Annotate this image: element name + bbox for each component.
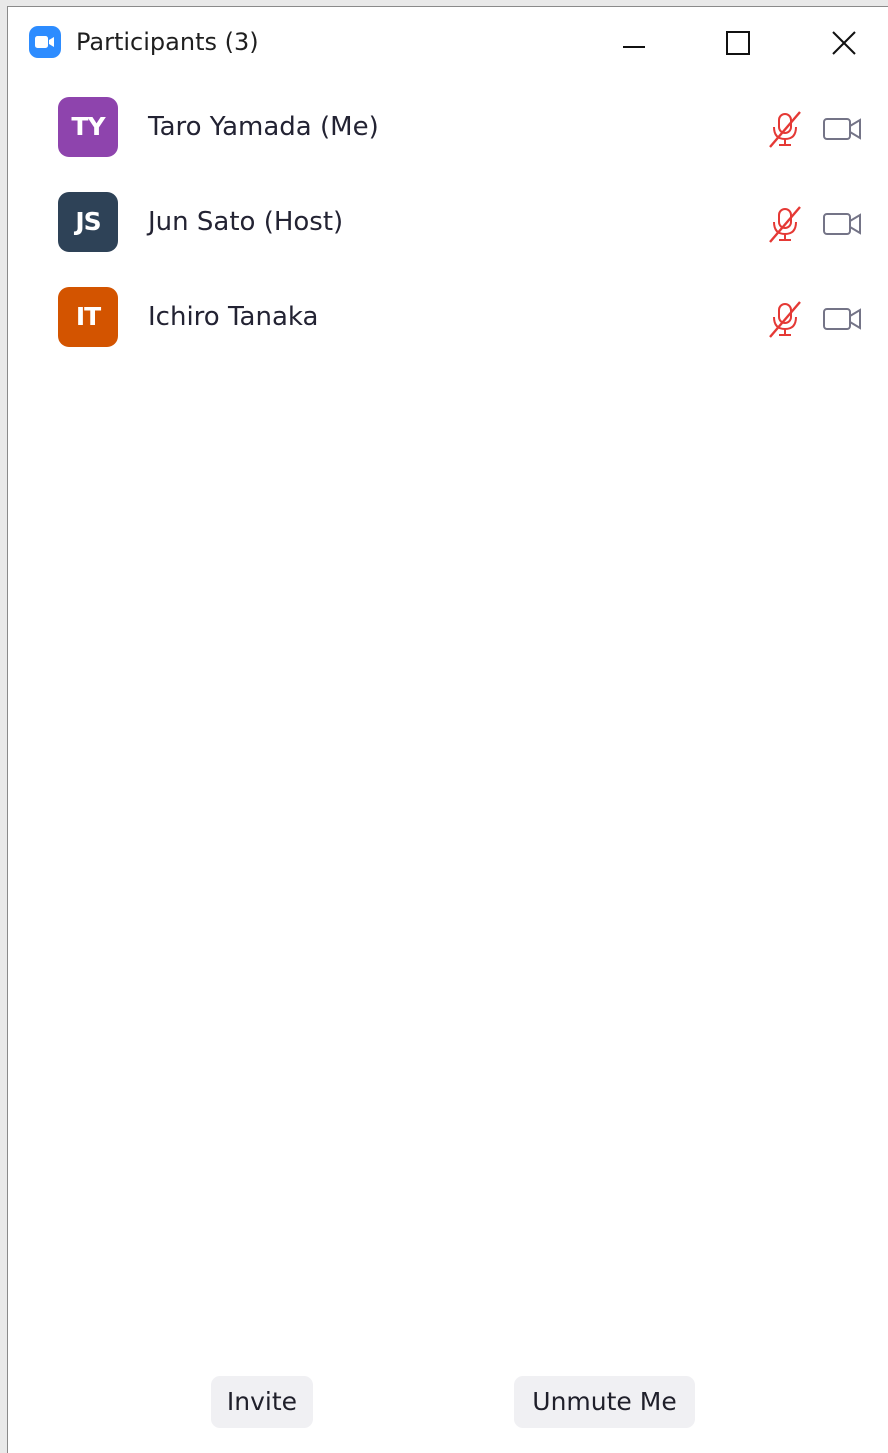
- avatar: JS: [58, 192, 118, 252]
- title-bar[interactable]: Participants (3): [8, 7, 888, 79]
- zoom-camera-icon: [29, 26, 61, 58]
- close-icon: [832, 31, 856, 55]
- unmute-me-button[interactable]: Unmute Me: [514, 1376, 695, 1428]
- maximize-icon: [726, 31, 750, 55]
- participant-row[interactable]: TY Taro Yamada (Me): [8, 79, 888, 174]
- participant-name: Ichiro Tanaka: [148, 302, 319, 332]
- muted-mic-icon[interactable]: [765, 204, 805, 244]
- muted-mic-icon[interactable]: [765, 299, 805, 339]
- maximize-button[interactable]: [712, 17, 764, 69]
- participant-row[interactable]: IT Ichiro Tanaka: [8, 269, 888, 364]
- minimize-icon: [623, 46, 645, 48]
- invite-button[interactable]: Invite: [211, 1376, 313, 1428]
- window-title: Participants (3): [76, 28, 259, 56]
- participants-window: Participants (3) TY Taro Yamada (Me) JS …: [7, 6, 888, 1453]
- video-off-icon[interactable]: [822, 208, 864, 240]
- video-off-icon[interactable]: [822, 303, 864, 335]
- participant-row[interactable]: JS Jun Sato (Host): [8, 174, 888, 269]
- participant-name: Jun Sato (Host): [148, 207, 344, 237]
- participant-name: Taro Yamada (Me): [148, 112, 379, 142]
- video-off-icon[interactable]: [822, 113, 864, 145]
- avatar: IT: [58, 287, 118, 347]
- avatar: TY: [58, 97, 118, 157]
- muted-mic-icon[interactable]: [765, 109, 805, 149]
- minimize-button[interactable]: [608, 17, 660, 69]
- close-button[interactable]: [818, 17, 870, 69]
